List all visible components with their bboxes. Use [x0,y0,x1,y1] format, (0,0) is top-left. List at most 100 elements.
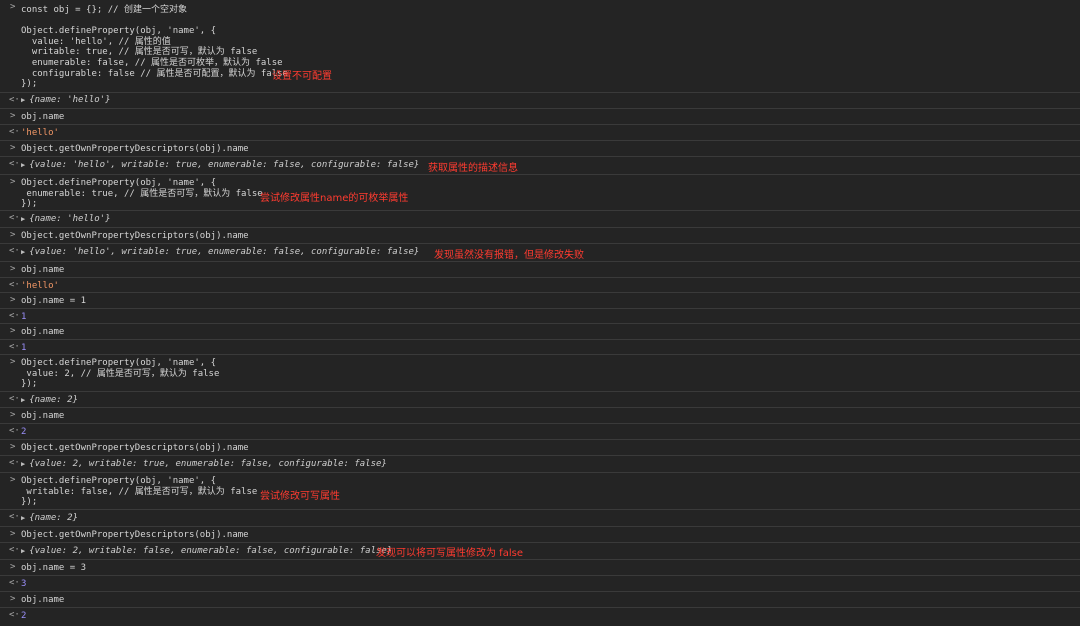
input-code: obj.name [21,595,65,605]
console-result-entry[interactable]: <· ▶ {name: 'hello'} [0,92,1080,108]
return-arrow-icon: <· [9,280,20,290]
result-object[interactable]: ▶ {name: 'hello'} [21,214,111,225]
annotation-no-error-but-failed: 发现虽然没有报错，但是修改失败 [434,250,584,261]
console-result-entry: <· 3 [0,575,1080,591]
console-result-entry: <· 'hello' [0,277,1080,292]
chevron-right-icon: > [10,264,16,274]
console-input-entry[interactable]: > Object.getOwnPropertyDescriptors(obj).… [0,227,1080,243]
result-object[interactable]: ▶ {value: 'hello', writable: true, enumer… [21,160,419,171]
expand-triangle-icon[interactable]: ▶ [21,546,25,557]
console-input-entry[interactable]: > obj.name [0,591,1080,607]
annotation-try-enumerable: 尝试修改属性name的可枚举属性 [260,193,409,204]
expand-triangle-icon[interactable]: ▶ [21,95,25,106]
chevron-right-icon: > [10,177,16,187]
annotation-try-writable: 尝试修改可写属性 [260,491,340,502]
console-input-entry[interactable]: > obj.name = 3 [0,559,1080,575]
chevron-right-icon: > [10,2,16,12]
console-input-entry[interactable]: > obj.name [0,108,1080,124]
console-result-entry: <· 2 [0,423,1080,439]
console-result-entry[interactable]: <· ▶ {name: 'hello'} [0,210,1080,227]
input-code: Object.defineProperty(obj, 'name', { enu… [21,178,263,210]
expand-triangle-icon[interactable]: ▶ [21,513,25,524]
expand-triangle-icon[interactable]: ▶ [21,247,25,258]
input-code: const obj = {}; // 创建一个空对象 Object.define… [21,5,288,90]
console-result-entry[interactable]: <· ▶ {name: 2} [0,391,1080,407]
result-value: 1 [21,343,27,353]
result-object[interactable]: ▶ {name: 'hello'} [21,95,111,106]
chevron-right-icon: > [10,562,16,572]
annotation-set-unconfigurable: 设置不可配置 [272,71,332,82]
chevron-right-icon: > [10,111,16,121]
console-input-entry[interactable]: > Object.getOwnPropertyDescriptors(obj).… [0,140,1080,156]
chevron-right-icon: > [10,594,16,604]
console-input-entry[interactable]: > Object.defineProperty(obj, 'name', { e… [0,174,1080,210]
result-value: 1 [21,312,27,322]
return-arrow-icon: <· [9,610,20,620]
result-value: 'hello' [21,128,59,138]
console-input-entry[interactable]: > obj.name = 1 [0,292,1080,308]
input-code: obj.name [21,112,65,122]
console-input-entry[interactable]: > Object.getOwnPropertyDescriptors(obj).… [0,439,1080,455]
input-code: obj.name [21,265,65,275]
input-code: Object.defineProperty(obj, 'name', { val… [21,358,220,390]
chevron-right-icon: > [10,230,16,240]
result-object[interactable]: ▶ {value: 'hello', writable: true, enumer… [21,247,419,258]
console-result-entry: <· 2 [0,607,1080,626]
console-result-entry[interactable]: <· ▶ {value: 'hello', writable: true, enu… [0,243,1080,261]
expand-triangle-icon[interactable]: ▶ [21,214,25,225]
input-code: Object.getOwnPropertyDescriptors(obj).na… [21,144,249,154]
input-code: Object.getOwnPropertyDescriptors(obj).na… [21,443,249,453]
chevron-right-icon: > [10,442,16,452]
input-code: obj.name [21,327,65,337]
console-result-entry[interactable]: <· ▶ {name: 2} [0,509,1080,526]
chevron-right-icon: > [10,326,16,336]
result-value: 'hello' [21,281,59,291]
chevron-right-icon: > [10,143,16,153]
chevron-right-icon: > [10,475,16,485]
annotation-writable-can-be-false: 发现可以将可写属性修改为 false [376,548,523,559]
console-input-entry[interactable]: > obj.name [0,323,1080,339]
return-arrow-icon: <· [9,458,20,468]
return-arrow-icon: <· [9,545,20,555]
console-result-entry[interactable]: <· ▶ {value: 2, writable: false, enumerab… [0,542,1080,559]
console-result-entry[interactable]: <· ▶ {value: 2, writable: true, enumerabl… [0,455,1080,472]
console-input-entry[interactable]: > Object.defineProperty(obj, 'name', { w… [0,472,1080,509]
console-result-entry: <· 1 [0,339,1080,354]
input-code: obj.name = 1 [21,296,87,306]
return-arrow-icon: <· [9,342,20,352]
expand-triangle-icon[interactable]: ▶ [21,459,25,470]
result-value: 3 [21,579,27,589]
console-result-entry: <· 1 [0,308,1080,323]
chevron-right-icon: > [10,410,16,420]
return-arrow-icon: <· [9,311,20,321]
input-code: Object.getOwnPropertyDescriptors(obj).na… [21,530,249,540]
console-input-entry[interactable]: > Object.getOwnPropertyDescriptors(obj).… [0,526,1080,542]
input-code: obj.name [21,411,65,421]
result-value: 2 [21,611,27,621]
annotation-get-descriptor: 获取属性的描述信息 [428,163,518,174]
return-arrow-icon: <· [9,512,20,522]
expand-triangle-icon[interactable]: ▶ [21,160,25,171]
chevron-right-icon: > [10,529,16,539]
input-code: Object.defineProperty(obj, 'name', { wri… [21,476,258,508]
return-arrow-icon: <· [9,426,20,436]
chevron-right-icon: > [10,357,16,367]
result-object[interactable]: ▶ {name: 2} [21,395,78,406]
chevron-right-icon: > [10,295,16,305]
console-input-entry[interactable]: > Object.defineProperty(obj, 'name', { v… [0,354,1080,391]
return-arrow-icon: <· [9,159,20,169]
console-input-entry[interactable]: > const obj = {}; // 创建一个空对象 Object.defi… [0,0,1080,92]
result-object[interactable]: ▶ {value: 2, writable: false, enumerable:… [21,546,392,557]
return-arrow-icon: <· [9,127,20,137]
expand-triangle-icon[interactable]: ▶ [21,395,25,406]
input-code: Object.getOwnPropertyDescriptors(obj).na… [21,231,249,241]
console-input-entry[interactable]: > obj.name [0,261,1080,277]
result-object[interactable]: ▶ {name: 2} [21,513,78,524]
result-object[interactable]: ▶ {value: 2, writable: true, enumerable: … [21,459,387,470]
console-result-entry[interactable]: <· ▶ {value: 'hello', writable: true, enu… [0,156,1080,174]
return-arrow-icon: <· [9,394,20,404]
console-result-entry: <· 'hello' [0,124,1080,140]
input-code: obj.name = 3 [21,563,87,573]
console-input-entry[interactable]: > obj.name [0,407,1080,423]
return-arrow-icon: <· [9,213,20,223]
